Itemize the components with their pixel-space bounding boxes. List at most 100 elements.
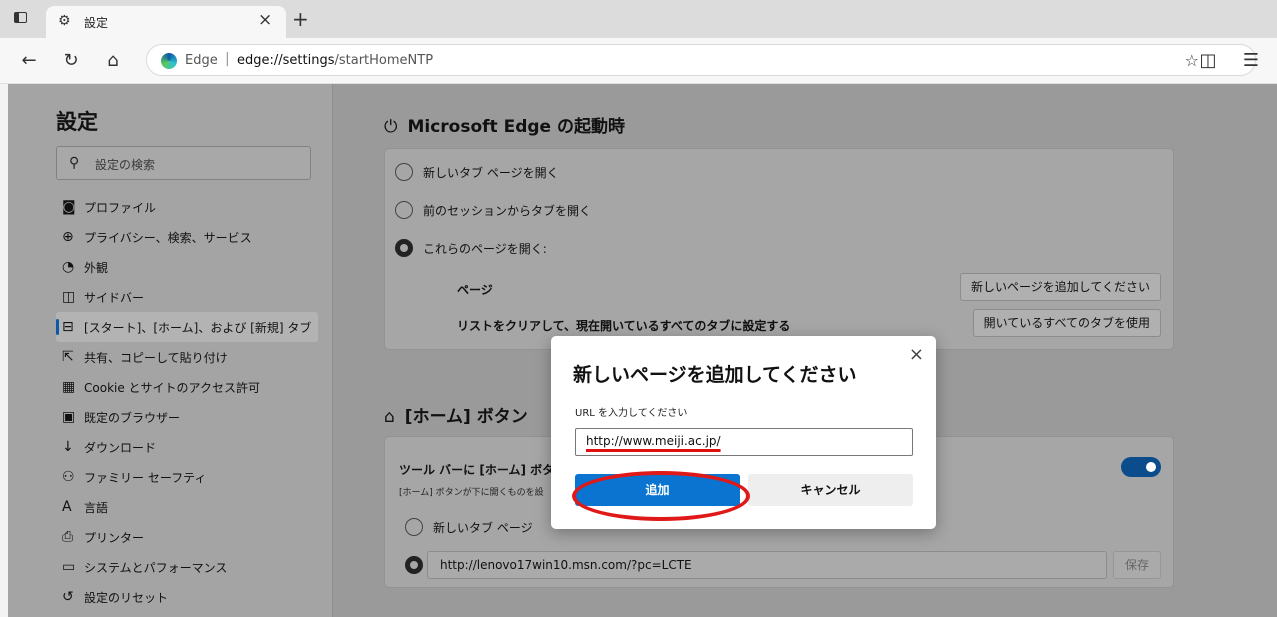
sidebar-item-label: プリンター bbox=[84, 530, 145, 545]
refresh-icon[interactable]: ↻ bbox=[58, 48, 84, 74]
startup-section-title: ⏻ Microsoft Edge の起動時 bbox=[384, 112, 625, 137]
printer-icon: ⎙ bbox=[62, 529, 74, 545]
use-open-tabs-button[interactable]: 開いているすべてのタブを使用 bbox=[972, 309, 1161, 337]
sidebar-item-label: サイドバー bbox=[84, 290, 145, 305]
save-button[interactable]: 保存 bbox=[1113, 551, 1161, 579]
download-icon: ↓ bbox=[62, 439, 74, 455]
home-icon[interactable]: ⌂ bbox=[100, 48, 126, 74]
sidebar-item-sidebar[interactable]: ◫ サイドバー bbox=[56, 282, 318, 312]
sidebar-item-system[interactable]: ▭ システムとパフォーマンス bbox=[56, 552, 318, 582]
option-label: 新しいタブ ページ bbox=[433, 520, 533, 535]
gear-icon: ⚙ bbox=[58, 13, 71, 29]
option-label: 新しいタブ ページを開く bbox=[423, 165, 559, 180]
reset-icon: ↺ bbox=[62, 589, 74, 605]
sidebar-item-privacy[interactable]: ⊕ プライバシー、検索、サービス bbox=[56, 222, 318, 252]
radio-selected-icon[interactable] bbox=[395, 239, 413, 257]
sidebar-item-label: 外観 bbox=[84, 260, 109, 275]
sidebar-item-profile[interactable]: ◙ プロファイル bbox=[56, 192, 318, 222]
sidebar-item-share[interactable]: ⇱ 共有、コピーして貼り付け bbox=[56, 342, 318, 372]
tab-title: 設定 bbox=[84, 16, 109, 30]
url-field-label: URL を入力してください bbox=[575, 408, 688, 419]
favorites-icon[interactable]: ☰ bbox=[1238, 48, 1264, 74]
edge-logo-icon bbox=[161, 53, 177, 69]
address-brand: Edge bbox=[185, 53, 218, 68]
sidebar-item-label: 既定のブラウザー bbox=[84, 410, 181, 425]
language-icon: A bbox=[62, 499, 72, 515]
sidebar-item-label: Cookie とサイトのアクセス許可 bbox=[84, 380, 260, 395]
radio-selected-icon[interactable] bbox=[405, 556, 423, 574]
address-url-host: edge://settings bbox=[237, 53, 335, 68]
sidebar-item-appearance[interactable]: ◔ 外観 bbox=[56, 252, 318, 282]
sidebar-item-start-home[interactable]: ⊟ [スタート]、[ホーム]、および [新規] タブ bbox=[56, 312, 318, 342]
cookie-icon: ▦ bbox=[62, 379, 76, 395]
dialog-title: 新しいページを追加してください bbox=[573, 364, 857, 386]
home-title-text: [ホーム] ボタン bbox=[404, 407, 528, 427]
sidebar-item-languages[interactable]: A 言語 bbox=[56, 492, 318, 522]
home-option-newtab[interactable]: 新しいタブ ページ bbox=[405, 518, 533, 536]
back-icon[interactable]: ← bbox=[16, 48, 42, 74]
sidebar-item-downloads[interactable]: ↓ ダウンロード bbox=[56, 432, 318, 462]
startup-option-pages[interactable]: これらのページを開く: bbox=[395, 239, 547, 257]
address-url: edge://settings/startHomeNTP bbox=[237, 53, 433, 68]
address-url-path: /startHomeNTP bbox=[334, 53, 434, 68]
new-tab-icon[interactable]: + bbox=[292, 7, 309, 31]
sidebar-item-family[interactable]: ⚇ ファミリー セーフティ bbox=[56, 462, 318, 492]
cancel-button[interactable]: キャンセル bbox=[748, 474, 913, 506]
sidebar-item-label: 共有、コピーして貼り付け bbox=[84, 350, 228, 365]
home-button-toggle[interactable] bbox=[1121, 457, 1161, 477]
browser-icon: ▣ bbox=[62, 409, 76, 425]
sidebar-item-cookies[interactable]: ▦ Cookie とサイトのアクセス許可 bbox=[56, 372, 318, 402]
clear-list-label: リストをクリアして、現在開いているすべてのタブに設定する bbox=[457, 319, 791, 333]
highlight-ellipse bbox=[572, 471, 750, 521]
home-section-title: ⌂ [ホーム] ボタン bbox=[384, 402, 528, 427]
browser-toolbar: ← ↻ ⌂ Edge | edge://settings/startHomeNT… bbox=[0, 38, 1277, 84]
sidebar-item-label: [スタート]、[ホーム]、および [新規] タブ bbox=[84, 320, 312, 335]
startup-card: 新しいタブ ページを開く 前のセッションからタブを開く これらのページを開く: … bbox=[384, 148, 1174, 350]
home-icon: ⌂ bbox=[384, 407, 395, 427]
power-icon: ⏻ bbox=[384, 117, 398, 137]
radio-icon[interactable] bbox=[395, 201, 413, 219]
share-icon: ⇱ bbox=[62, 349, 74, 365]
family-icon: ⚇ bbox=[62, 469, 75, 485]
close-icon[interactable]: × bbox=[909, 344, 924, 365]
sidebar-item-label: プロファイル bbox=[84, 200, 157, 215]
sidebar-item-label: システムとパフォーマンス bbox=[84, 560, 228, 575]
startup-title-text: Microsoft Edge の起動時 bbox=[407, 117, 625, 137]
option-label: 前のセッションからタブを開く bbox=[423, 203, 592, 218]
settings-sidebar: 設定 ⚲ 設定の検索 ◙ プロファイル ⊕ プライバシー、検索、サービス ◔ 外観 ◫… bbox=[8, 84, 333, 617]
sidebar-item-printers[interactable]: ⎙ プリンター bbox=[56, 522, 318, 552]
sidebar-item-reset[interactable]: ↺ 設定のリセット bbox=[56, 582, 318, 612]
home-toolbar-desc: [ホーム] ボタンが下に開くものを設 bbox=[399, 488, 544, 498]
sidebar-item-default-browser[interactable]: ▣ 既定のブラウザー bbox=[56, 402, 318, 432]
search-icon: ⚲ bbox=[69, 155, 80, 171]
system-icon: ▭ bbox=[62, 559, 76, 575]
radio-icon[interactable] bbox=[395, 163, 413, 181]
tab-actions-icon[interactable] bbox=[14, 12, 27, 23]
search-placeholder: 設定の検索 bbox=[95, 158, 156, 172]
palette-icon: ◔ bbox=[62, 259, 75, 275]
address-separator: | bbox=[225, 51, 230, 67]
lock-icon: ⊕ bbox=[62, 229, 74, 245]
home-tab-icon: ⊟ bbox=[62, 319, 74, 335]
radio-icon[interactable] bbox=[405, 518, 423, 536]
tab-strip: ⚙ 設定 × + bbox=[0, 0, 1277, 38]
close-tab-icon[interactable]: × bbox=[258, 10, 272, 30]
sidebar-item-label: ファミリー セーフティ bbox=[84, 470, 207, 485]
settings-search-input[interactable]: ⚲ 設定の検索 bbox=[56, 146, 311, 180]
sidebar-item-label: 設定のリセット bbox=[84, 590, 169, 605]
add-page-button[interactable]: 新しいページを追加してください bbox=[959, 273, 1161, 301]
profile-icon: ◙ bbox=[62, 199, 76, 215]
settings-nav: ◙ プロファイル ⊕ プライバシー、検索、サービス ◔ 外観 ◫ サイドバー ⊟ [スター… bbox=[56, 192, 318, 612]
sidebar-item-label: 言語 bbox=[84, 500, 109, 515]
url-input[interactable]: http://www.meiji.ac.jp/ bbox=[575, 428, 913, 456]
split-screen-icon[interactable]: ◫ bbox=[1195, 48, 1221, 74]
address-bar[interactable]: Edge | edge://settings/startHomeNTP ☆ bbox=[146, 44, 1256, 76]
sidebar-icon: ◫ bbox=[62, 289, 76, 305]
tab-settings[interactable]: ⚙ 設定 × bbox=[46, 6, 286, 38]
settings-title: 設定 bbox=[56, 110, 98, 134]
startup-option-session[interactable]: 前のセッションからタブを開く bbox=[395, 201, 591, 219]
option-label: これらのページを開く: bbox=[423, 241, 547, 256]
home-url-input[interactable]: http://lenovo17win10.msn.com/?pc=LCTE bbox=[427, 551, 1107, 579]
sidebar-item-label: ダウンロード bbox=[84, 440, 157, 455]
startup-option-newtab[interactable]: 新しいタブ ページを開く bbox=[395, 163, 559, 181]
